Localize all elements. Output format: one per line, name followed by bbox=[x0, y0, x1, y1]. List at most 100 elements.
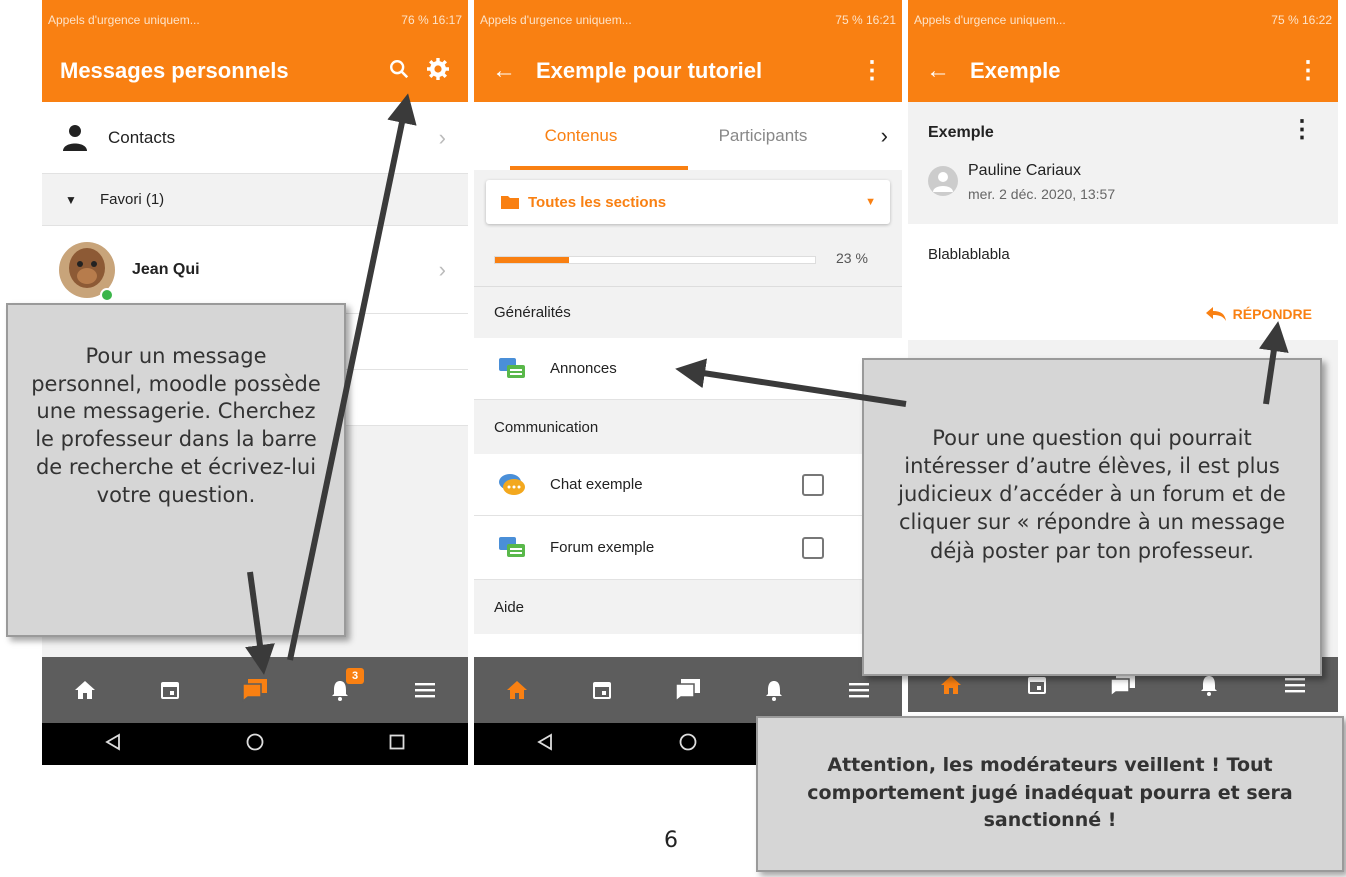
status-battery-time: 75 % 16:21 bbox=[835, 13, 896, 27]
search-icon[interactable] bbox=[388, 58, 410, 84]
page-title: Messages personnels bbox=[60, 58, 289, 83]
forum-icon bbox=[474, 357, 550, 381]
more-vertical-icon[interactable]: ⋮ bbox=[1296, 59, 1320, 83]
settings-gear-icon[interactable] bbox=[426, 57, 450, 85]
callout-text: Attention, les modérateurs veillent ! To… bbox=[807, 754, 1293, 832]
status-battery-time: 76 % 16:17 bbox=[401, 13, 462, 27]
chevron-right-icon: › bbox=[438, 256, 446, 282]
section-title: Aide bbox=[494, 598, 525, 616]
module-chat-exemple[interactable]: Chat exemple bbox=[474, 454, 902, 516]
section-communication: Communication bbox=[474, 400, 902, 454]
favori-label: Favori (1) bbox=[100, 191, 165, 208]
favori-group[interactable]: ▼ Favori (1) bbox=[42, 174, 468, 226]
callout-private-messages: Pour un message personnel, moodle possèd… bbox=[6, 303, 346, 637]
app-bar: ← Exemple pour tutoriel ⋮ bbox=[474, 40, 902, 102]
section-title: Communication bbox=[494, 418, 599, 436]
messages-icon[interactable] bbox=[235, 670, 275, 710]
bottom-nav bbox=[474, 657, 902, 723]
page-title: Exemple bbox=[970, 58, 1061, 83]
callout-forum-reply: Pour une question qui pourrait intéresse… bbox=[862, 358, 1322, 676]
module-label: Chat exemple bbox=[550, 476, 643, 493]
status-bar: Appels d'urgence uniquem... 75 % 16:22 bbox=[908, 0, 1338, 40]
post-body: Blablablabla RÉPONDRE bbox=[908, 224, 1338, 340]
notifications-bell-icon[interactable]: 3 bbox=[320, 668, 365, 710]
progress-bar bbox=[494, 256, 816, 264]
home-icon[interactable] bbox=[497, 670, 537, 710]
post-header: Exemple ⋮ Pauline Cariaux mer. 2 déc. 20… bbox=[908, 102, 1338, 224]
calendar-icon[interactable] bbox=[150, 670, 190, 710]
forum-icon bbox=[474, 536, 550, 560]
notification-badge: 3 bbox=[346, 668, 365, 684]
online-status-dot bbox=[100, 287, 114, 302]
notifications-bell-icon[interactable] bbox=[754, 670, 794, 710]
status-text: Appels d'urgence uniquem... bbox=[48, 13, 200, 27]
contact-row-jean-qui[interactable]: Jean Qui › bbox=[42, 226, 468, 314]
home-circle-icon[interactable] bbox=[246, 733, 264, 756]
home-icon[interactable] bbox=[65, 670, 105, 710]
course-tabs: Contenus Participants › bbox=[474, 102, 902, 170]
caret-down-icon: ▼ bbox=[865, 196, 876, 208]
section-title: Généralités bbox=[494, 304, 571, 321]
contact-name: Jean Qui bbox=[132, 260, 200, 278]
arrow-back-icon[interactable]: ← bbox=[926, 57, 970, 85]
contacts-label: Contacts bbox=[108, 127, 176, 147]
system-nav-bar bbox=[42, 723, 468, 765]
module-label: Annonces bbox=[550, 360, 617, 377]
section-aide: Aide bbox=[474, 580, 902, 634]
app-bar: ← Exemple ⋮ bbox=[908, 40, 1338, 102]
progress-percent: 23 % bbox=[836, 250, 868, 266]
arrow-back-icon[interactable]: ← bbox=[492, 57, 536, 85]
page-number: 6 bbox=[664, 828, 678, 853]
person-icon bbox=[42, 124, 108, 152]
chevron-right-icon[interactable]: › bbox=[881, 123, 888, 149]
more-vertical-icon[interactable]: ⋮ bbox=[860, 59, 884, 83]
active-tab-indicator bbox=[510, 166, 688, 170]
post-date: mer. 2 déc. 2020, 13:57 bbox=[968, 186, 1116, 202]
menu-icon[interactable] bbox=[839, 670, 879, 710]
messages-icon[interactable] bbox=[668, 670, 708, 710]
callout-moderation-warning: Attention, les modérateurs veillent ! To… bbox=[756, 716, 1344, 872]
reply-button[interactable]: RÉPONDRE bbox=[1205, 306, 1312, 322]
back-triangle-icon[interactable] bbox=[537, 732, 553, 756]
tab-contenus[interactable]: Contenus bbox=[474, 126, 688, 146]
callout-text: Pour un message personnel, moodle possèd… bbox=[31, 344, 321, 507]
status-battery-time: 75 % 16:22 bbox=[1271, 13, 1332, 27]
status-bar: Appels d'urgence uniquem... 76 % 16:17 bbox=[42, 0, 468, 40]
home-circle-icon[interactable] bbox=[679, 733, 697, 756]
more-vertical-icon[interactable]: ⋮ bbox=[1290, 118, 1314, 142]
app-bar: Messages personnels bbox=[42, 40, 468, 102]
reply-arrow-icon bbox=[1205, 307, 1226, 321]
calendar-icon[interactable] bbox=[582, 670, 622, 710]
back-triangle-icon[interactable] bbox=[104, 732, 121, 756]
section-dropdown-label: Toutes les sections bbox=[528, 193, 667, 211]
chevron-right-icon: › bbox=[438, 124, 446, 150]
recent-apps-square-icon[interactable] bbox=[389, 734, 405, 755]
completion-checkbox[interactable] bbox=[802, 536, 824, 559]
status-text: Appels d'urgence uniquem... bbox=[480, 13, 632, 27]
section-dropdown[interactable]: Toutes les sections ▼ bbox=[486, 180, 890, 224]
post-subject: Exemple bbox=[928, 124, 994, 141]
progress-fill bbox=[495, 257, 569, 263]
menu-icon[interactable] bbox=[405, 670, 445, 710]
author-name: Pauline Cariaux bbox=[968, 162, 1081, 179]
module-label: Forum exemple bbox=[550, 539, 655, 556]
avatar bbox=[42, 240, 132, 302]
author-avatar bbox=[928, 166, 958, 201]
contacts-row[interactable]: Contacts › bbox=[42, 102, 468, 174]
post-message: Blablablabla bbox=[928, 246, 1010, 263]
callout-text: Pour une question qui pourrait intéresse… bbox=[898, 426, 1286, 563]
status-bar: Appels d'urgence uniquem... 75 % 16:21 bbox=[474, 0, 902, 40]
page-title: Exemple pour tutoriel bbox=[536, 58, 763, 83]
section-generalites: Généralités bbox=[474, 286, 902, 338]
tab-participants[interactable]: Participants bbox=[688, 126, 838, 146]
folder-icon bbox=[501, 196, 519, 209]
chat-icon bbox=[474, 472, 550, 498]
module-forum-exemple[interactable]: Forum exemple bbox=[474, 516, 902, 580]
bottom-nav: 3 bbox=[42, 657, 468, 723]
phone-course: Appels d'urgence uniquem... 75 % 16:21 ←… bbox=[474, 0, 902, 765]
reply-label: RÉPONDRE bbox=[1232, 306, 1312, 322]
status-text: Appels d'urgence uniquem... bbox=[914, 13, 1066, 27]
module-annonces[interactable]: Annonces bbox=[474, 338, 902, 400]
caret-down-icon: ▼ bbox=[65, 192, 77, 207]
completion-checkbox[interactable] bbox=[802, 473, 824, 496]
